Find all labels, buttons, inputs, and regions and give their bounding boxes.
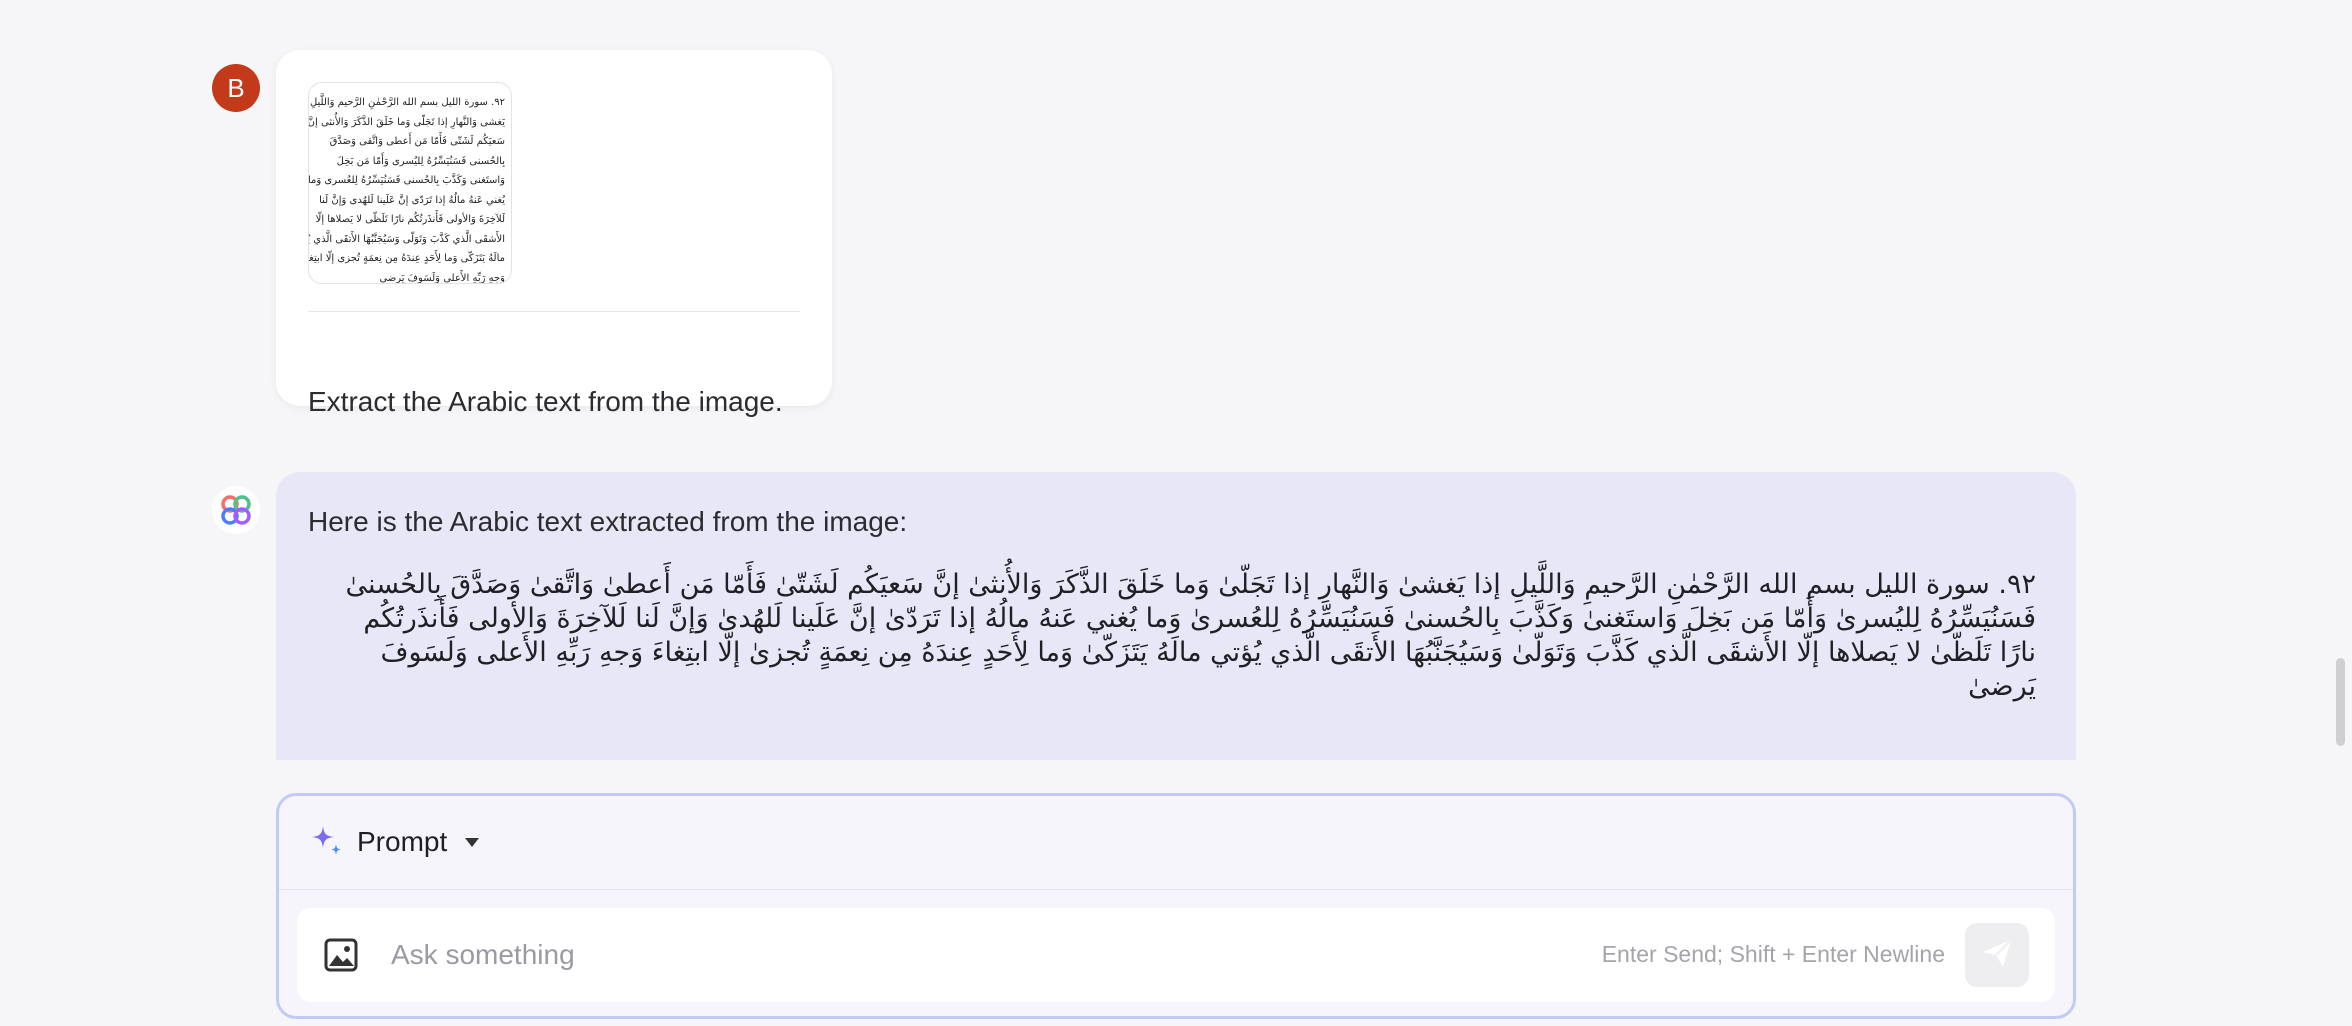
message-input[interactable] xyxy=(391,930,1191,980)
send-button[interactable] xyxy=(1965,923,2029,987)
prompt-mode-label: Prompt xyxy=(357,826,448,857)
thumbnail-text-line: وَجهِ رَبِّهِ الأَعلى وَلَسَوفَ يَرضى xyxy=(379,272,505,284)
thumbnail-text-line: الأَشقَى الَّذي كَذَّبَ وَتَوَلّى وَسَيُ… xyxy=(308,233,505,245)
thumbnail-text-line: بِالحُسنى فَسَنُيَسِّرُهُ لِليُسرى وَأَم… xyxy=(336,155,505,167)
thumbnail-text-line: مالَهُ يَتَزَكّى وَما لِأَحَدٍ عِندَهُ م… xyxy=(308,253,505,264)
image-icon[interactable] xyxy=(321,935,361,975)
thumbnail-text-line: لَلآخِرَةَ وَالأولى فَأَنذَرتُكُم نارًا … xyxy=(315,214,505,225)
arabic-text-line: نارًا تَلَظّىٰ لا يَصلاها إلّا الأَشقَى … xyxy=(380,637,2036,668)
thumbnail-text-line: ٩٢. سورة الليل بسم الله الرَّحْمٰنِ الرَ… xyxy=(308,97,505,108)
caret-down-icon xyxy=(465,837,480,847)
composer: Prompt Enter Send; Shift + Enter Newline xyxy=(276,793,2076,1019)
thumbnail-text-line: وَاستَغنى وَكَذَّبَ بِالحُسنى فَسَنُيَسِ… xyxy=(308,175,505,186)
assistant-intro-text: Here is the Arabic text extracted from t… xyxy=(308,506,908,537)
attached-image-thumbnail[interactable]: ٩٢. سورة الليل بسم الله الرَّحْمٰنِ الرَ… xyxy=(308,82,512,284)
send-icon xyxy=(1979,935,2015,976)
assistant-message-card: Here is the Arabic text extracted from t… xyxy=(276,472,2076,760)
thumbnail-text-line: يُغني عَنهُ مالُهُ إذا تَرَدّى إنَّ عَلَ… xyxy=(319,194,505,206)
user-message-card: ٩٢. سورة الليل بسم الله الرَّحْمٰنِ الرَ… xyxy=(276,50,832,417)
arabic-text-line: ٩٢. سورة الليل بسم الله الرَّحْمٰنِ الرَ… xyxy=(345,569,2036,600)
prompt-mode-selector[interactable]: Prompt xyxy=(309,822,480,862)
thumbnail-text-line: سَعيَكُم لَشَتّى فَأَمّا مَن أَعطى وَاتَ… xyxy=(329,136,505,147)
thumbnail-text-line: يَغشى وَالنَّهارِ إذا تَجَلّى وَما خَلَق… xyxy=(308,116,505,128)
scrollbar-thumb[interactable] xyxy=(2336,658,2345,746)
arabic-text-line: فَسَنُيَسِّرُهُ لِليُسرىٰ وَأَمّا مَن بَ… xyxy=(363,603,2036,634)
assistant-logo-icon xyxy=(212,486,260,534)
user-message-text: Extract the Arabic text from the image. xyxy=(308,386,783,417)
send-hint: Enter Send; Shift + Enter Newline xyxy=(1601,941,1945,967)
sparkle-icon xyxy=(309,823,343,862)
message-input-box: Enter Send; Shift + Enter Newline xyxy=(297,908,2055,1002)
arabic-text-line: يَرضىٰ xyxy=(1968,671,2036,702)
extracted-arabic-text: ٩٢. سورة الليل بسم الله الرَّحْمٰنِ الرَ… xyxy=(308,568,2036,704)
divider xyxy=(279,889,2073,890)
user-avatar: B xyxy=(212,64,260,112)
divider xyxy=(308,311,800,312)
